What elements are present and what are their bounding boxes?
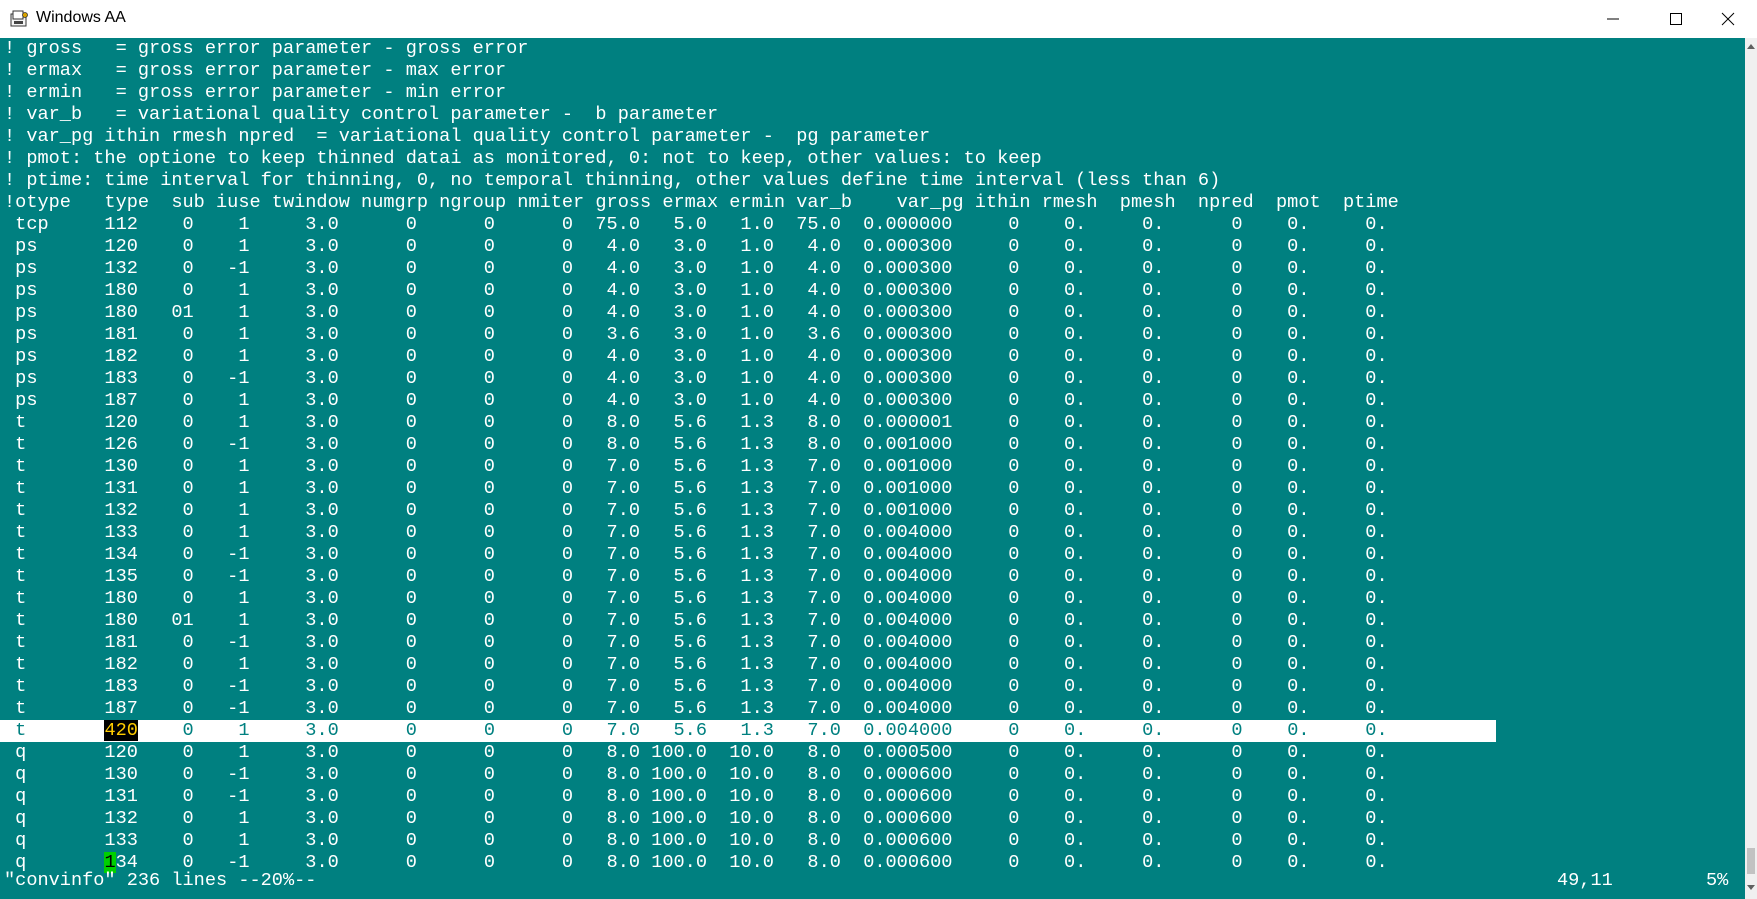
data-row: t 180 0 1 3.0 0 0 0 7.0 5.6 1.3 7.0 0.00… [4, 588, 1388, 609]
data-row: ps 187 0 1 3.0 0 0 0 4.0 3.0 1.0 4.0 0.0… [4, 390, 1388, 411]
status-cursor-position: 49,11 [1557, 870, 1613, 891]
data-row: t 130 0 1 3.0 0 0 0 7.0 5.6 1.3 7.0 0.00… [4, 456, 1388, 477]
comment-line: ! gross = gross error parameter - gross … [4, 38, 529, 59]
maximize-button[interactable] [1647, 0, 1705, 38]
data-row: ps 183 0 -1 3.0 0 0 0 4.0 3.0 1.0 4.0 0.… [4, 368, 1388, 389]
data-row: q 133 0 1 3.0 0 0 0 8.0 100.0 10.0 8.0 0… [4, 830, 1388, 851]
data-row: q 131 0 -1 3.0 0 0 0 8.0 100.0 10.0 8.0 … [4, 786, 1388, 807]
comment-line: ! pmot: the optione to keep thinned data… [4, 148, 1042, 169]
data-row: q 132 0 1 3.0 0 0 0 8.0 100.0 10.0 8.0 0… [4, 808, 1388, 829]
data-row: ps 180 0 1 3.0 0 0 0 4.0 3.0 1.0 4.0 0.0… [4, 280, 1388, 301]
scrollbar-thumb[interactable] [1747, 848, 1755, 874]
status-scroll-percent: 5% [1706, 870, 1729, 891]
data-row: ps 132 0 -1 3.0 0 0 0 4.0 3.0 1.0 4.0 0.… [4, 258, 1388, 279]
data-row: t 131 0 1 3.0 0 0 0 7.0 5.6 1.3 7.0 0.00… [4, 478, 1388, 499]
data-row: tcp 112 0 1 3.0 0 0 0 75.0 5.0 1.0 75.0 … [4, 214, 1388, 235]
data-row: t 120 0 1 3.0 0 0 0 8.0 5.6 1.3 8.0 0.00… [4, 412, 1388, 433]
scroll-up-arrow-icon[interactable] [1745, 40, 1757, 54]
highlighted-row-prefix: t [4, 720, 105, 741]
data-row: t 132 0 1 3.0 0 0 0 7.0 5.6 1.3 7.0 0.00… [4, 500, 1388, 521]
close-button[interactable] [1699, 0, 1757, 38]
search-match: 420 [104, 720, 138, 741]
data-row: t 182 0 1 3.0 0 0 0 7.0 5.6 1.3 7.0 0.00… [4, 654, 1388, 675]
data-row: t 134 0 -1 3.0 0 0 0 7.0 5.6 1.3 7.0 0.0… [4, 544, 1388, 565]
terminal-app-icon[interactable] [10, 9, 30, 29]
data-row: ps 182 0 1 3.0 0 0 0 4.0 3.0 1.0 4.0 0.0… [4, 346, 1388, 367]
terminal-window: Windows AA ! gross = gross error paramet… [0, 0, 1757, 899]
scroll-down-arrow-icon[interactable] [1745, 880, 1757, 894]
highlighted-data-row[interactable]: t 420 0 1 3.0 0 0 0 7.0 5.6 1.3 7.0 0.00… [4, 720, 1388, 742]
vertical-scrollbar[interactable] [1745, 38, 1757, 899]
comment-line: ! ermin = gross error parameter - min er… [4, 82, 507, 103]
data-row: ps 180 01 1 3.0 0 0 0 4.0 3.0 1.0 4.0 0.… [4, 302, 1388, 323]
data-row: t 133 0 1 3.0 0 0 0 7.0 5.6 1.3 7.0 0.00… [4, 522, 1388, 543]
minimize-icon [1607, 18, 1619, 20]
data-row: t 135 0 -1 3.0 0 0 0 7.0 5.6 1.3 7.0 0.0… [4, 566, 1388, 587]
data-row: t 180 01 1 3.0 0 0 0 7.0 5.6 1.3 7.0 0.0… [4, 610, 1388, 631]
data-row: ps 181 0 1 3.0 0 0 0 3.6 3.0 1.0 3.6 0.0… [4, 324, 1388, 345]
close-icon [1721, 12, 1735, 26]
comment-line: ! ermax = gross error parameter - max er… [4, 60, 507, 81]
comment-line: ! ptime: time interval for thinning, 0, … [4, 170, 1221, 191]
status-file-info: "convinfo" 236 lines --20%-- [4, 870, 317, 891]
window-title: Windows AA [36, 9, 126, 26]
column-header: !otype type sub iuse twindow numgrp ngro… [4, 192, 1399, 213]
comment-line: ! var_pg ithin rmesh npred = variational… [4, 126, 931, 147]
data-row: t 183 0 -1 3.0 0 0 0 7.0 5.6 1.3 7.0 0.0… [4, 676, 1388, 697]
data-row: q 120 0 1 3.0 0 0 0 8.0 100.0 10.0 8.0 0… [4, 742, 1388, 763]
data-row: t 181 0 -1 3.0 0 0 0 7.0 5.6 1.3 7.0 0.0… [4, 632, 1388, 653]
title-bar[interactable]: Windows AA [0, 0, 1757, 39]
highlighted-row-suffix: 0 1 3.0 0 0 0 7.0 5.6 1.3 7.0 0.004000 0… [137, 720, 1388, 741]
comment-line: ! var_b = variational quality control pa… [4, 104, 719, 125]
data-row: t 187 0 -1 3.0 0 0 0 7.0 5.6 1.3 7.0 0.0… [4, 698, 1388, 719]
terminal-text-area[interactable]: ! gross = gross error parameter - gross … [0, 38, 1745, 899]
minimize-button[interactable] [1584, 0, 1642, 38]
data-row: q 130 0 -1 3.0 0 0 0 8.0 100.0 10.0 8.0 … [4, 764, 1388, 785]
data-row: t 126 0 -1 3.0 0 0 0 8.0 5.6 1.3 8.0 0.0… [4, 434, 1388, 455]
data-row: ps 120 0 1 3.0 0 0 0 4.0 3.0 1.0 4.0 0.0… [4, 236, 1388, 257]
maximize-icon [1670, 13, 1682, 25]
